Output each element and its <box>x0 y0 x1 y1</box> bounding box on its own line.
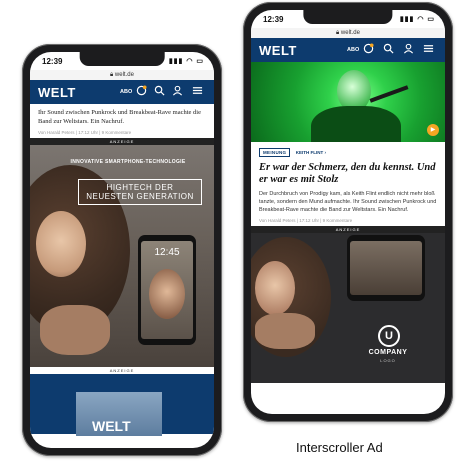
lock-icon: 🔒︎ <box>110 72 114 78</box>
user-icon[interactable] <box>172 85 183 100</box>
right-phone-frame: 12:39 ▮▮▮ ◠ ▭ 🔒︎ welt.de WELT ABO ▶ MEIN… <box>243 2 453 422</box>
ad-hand-shape <box>40 305 110 355</box>
welt-header: WELT ABO <box>251 38 445 62</box>
url-text: welt.de <box>114 72 134 78</box>
welt-logo[interactable]: WELT <box>38 85 76 100</box>
ad-product-phone <box>347 235 425 301</box>
next-teaser-logo: WELT <box>92 418 131 434</box>
caption-label: Interscroller Ad <box>296 440 383 455</box>
url-text: welt.de <box>340 30 360 36</box>
hero-image[interactable]: ▶ <box>251 62 445 142</box>
category-link[interactable]: KEITH FLINT › <box>296 150 326 155</box>
hero-singer-body <box>311 106 401 142</box>
article-meta: Von Harald Peters | 17:12 Uhr | 9 Kommen… <box>38 130 132 135</box>
menu-icon[interactable] <box>192 85 203 100</box>
lock-icon: 🔒︎ <box>336 30 340 36</box>
ad-title-line2: NEUESTEN GENERATION <box>86 192 194 201</box>
abo-link[interactable]: ABO <box>347 47 359 53</box>
ad-product-phone: 12:45 <box>138 235 196 345</box>
article-meta: Von Harald Peters | 17:12 Uhr | 9 Kommen… <box>259 218 353 223</box>
status-time: 12:39 <box>42 57 63 66</box>
video-play-icon[interactable]: ▶ <box>427 124 439 136</box>
ad-hand-shape <box>255 313 315 349</box>
anzeige-label-bottom: ANZEIGE <box>30 367 214 374</box>
left-phone-screen: 12:39 ▮▮▮ ◠ ▭ 🔒︎ welt.de WELT ABO Ihr So… <box>30 52 214 448</box>
category-badge[interactable]: MEINUNG <box>259 148 291 157</box>
company-brand-sub: LOGO <box>380 358 396 363</box>
company-brand: COMPANY <box>368 349 408 356</box>
ad-face-shape <box>255 261 295 315</box>
phone-notch <box>303 10 393 24</box>
ad-face-shape <box>36 211 86 277</box>
interscroller-ad[interactable]: U COMPANY LOGO <box>251 233 445 383</box>
search-icon[interactable] <box>154 85 165 100</box>
status-icons: ▮▮▮ ◠ ▭ <box>168 58 204 65</box>
left-phone-frame: 12:39 ▮▮▮ ◠ ▭ 🔒︎ welt.de WELT ABO Ihr So… <box>22 44 222 456</box>
ad-title-line1: HIGHTECH DER <box>106 183 174 192</box>
welt-logo[interactable]: WELT <box>259 43 297 58</box>
ad-product-screen <box>350 241 422 295</box>
article-headline[interactable]: Er war der Schmerz, den du kennst. Und e… <box>251 159 445 188</box>
menu-icon[interactable] <box>423 43 434 58</box>
ad-title-box: HIGHTECH DER NEUESTEN GENERATION <box>78 179 202 205</box>
hero-microphone <box>369 85 409 103</box>
teaser-text[interactable]: Ihr Sound zwischen Punkrock und Breakbea… <box>30 104 214 128</box>
ad-product-screen: 12:45 <box>141 241 193 339</box>
bell-icon[interactable] <box>363 43 374 58</box>
ad-product-face <box>149 269 185 319</box>
category-row: MEINUNG KEITH FLINT › <box>251 142 445 159</box>
abo-link[interactable]: ABO <box>120 89 132 95</box>
url-bar[interactable]: 🔒︎ welt.de <box>30 70 214 80</box>
company-logo-icon: U <box>378 325 400 347</box>
category-link-label: KEITH FLINT <box>295 150 324 155</box>
ad-product-time: 12:45 <box>154 247 180 258</box>
anzeige-label: ANZEIGE <box>251 226 445 233</box>
ad-kicker: INNOVATIVE SMARTPHONE-TECHNOLOGIE <box>70 159 186 165</box>
phone-notch <box>79 52 165 66</box>
status-icons: ▮▮▮ ◠ ▭ <box>399 16 435 23</box>
user-icon[interactable] <box>403 43 414 58</box>
status-time: 12:39 <box>263 15 284 24</box>
url-bar[interactable]: 🔒︎ welt.de <box>251 28 445 38</box>
bell-icon[interactable] <box>136 85 147 100</box>
welt-header: WELT ABO <box>30 80 214 104</box>
anzeige-label-top: ANZEIGE <box>30 138 214 145</box>
next-teaser-block[interactable]: WELT <box>30 374 214 436</box>
right-phone-screen: 12:39 ▮▮▮ ◠ ▭ 🔒︎ welt.de WELT ABO ▶ MEIN… <box>251 10 445 414</box>
article-body[interactable]: Der Durchbruch von Prodigy kam, als Keit… <box>251 188 445 216</box>
search-icon[interactable] <box>383 43 394 58</box>
interscroller-ad[interactable]: INNOVATIVE SMARTPHONE-TECHNOLOGIE HIGHTE… <box>30 145 214 367</box>
